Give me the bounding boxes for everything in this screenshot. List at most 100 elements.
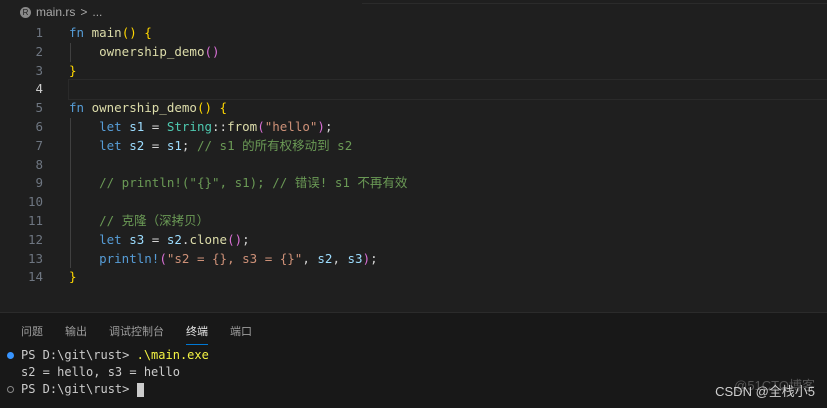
code-token: (): [204, 43, 220, 59]
bottom-panel: 问题 输出 调试控制台 终端 端口 PS D:\git\rust> .\main.exe…: [0, 312, 827, 408]
line-number: 3: [35, 62, 43, 78]
code-line[interactable]: 9 // println!("{}", s1); // 错误! s1 不再有效: [0, 174, 827, 193]
breadcrumb[interactable]: R main.rs > ...: [20, 5, 102, 19]
code-line[interactable]: 7 let s2 = s1; // s1 的所有权移动到 s2: [0, 137, 827, 156]
code-line[interactable]: 8: [0, 156, 827, 175]
prompt: PS D:\git\rust>: [21, 382, 137, 396]
code-token: (): [227, 231, 243, 247]
panel-tab[interactable]: 输出: [65, 323, 87, 345]
code-text: println!("s2 = {}, s3 = {}", s2, s3);: [69, 250, 827, 269]
line-number: 14: [27, 269, 43, 285]
code-text: fn main() {: [69, 24, 827, 43]
line-number: 1: [35, 25, 43, 40]
code-token: ownership_demo: [91, 100, 197, 116]
code-text: }: [69, 268, 827, 287]
line-number: 13: [27, 250, 43, 266]
command-success-dot-icon: [7, 352, 14, 359]
code-line[interactable]: 1 fn main() {: [0, 24, 827, 43]
code-token: (: [159, 250, 167, 266]
code-token: }: [69, 62, 77, 78]
code-text: // println!("{}", s1); // 错误! s1 不再有效: [69, 174, 827, 193]
line-number: 8: [35, 156, 43, 172]
code-token: s3: [129, 231, 145, 247]
code-token: s1: [129, 118, 145, 134]
code-token: let: [99, 118, 130, 134]
code-text: }: [69, 62, 827, 81]
breadcrumb-file[interactable]: main.rs: [36, 5, 75, 19]
code-token: s2: [317, 250, 333, 266]
code-text: [68, 79, 827, 101]
code-token: ;: [370, 250, 378, 266]
code-token: fn: [69, 25, 92, 40]
code-editor[interactable]: 1 fn main() {2 ownership_demo() 3} 4 5 fn ow…: [0, 24, 827, 287]
code-token: ownership_demo: [99, 43, 205, 59]
code-token: (: [257, 118, 265, 134]
code-line[interactable]: 5 fn ownership_demo() {: [0, 99, 827, 118]
terminal-output: s2 = hello, s3 = hello: [21, 365, 180, 379]
code-token: ,: [302, 250, 318, 266]
code-token: String: [166, 118, 213, 134]
line-number: 9: [35, 175, 43, 191]
code-text: let s3 = s2.clone();: [69, 231, 827, 250]
watermark: CSDN @全栈小5: [715, 384, 815, 399]
chevron-right-icon: >: [80, 5, 88, 19]
code-token: s2: [166, 231, 182, 247]
code-text: let s2 = s1; // s1 的所有权移动到 s2: [69, 137, 827, 156]
line-number: 6: [35, 118, 43, 134]
code-line[interactable]: 14}: [0, 268, 827, 287]
panel-tab[interactable]: 终端: [186, 323, 208, 345]
panel-tab[interactable]: 调试控制台: [109, 323, 164, 345]
line-number: 12: [27, 231, 43, 247]
code-token: }: [69, 269, 77, 285]
code-token: "hello": [264, 118, 318, 134]
code-token: println!: [99, 250, 160, 266]
tab-bar-edge: [362, 0, 827, 4]
rust-file-icon: R: [20, 6, 31, 18]
code-token: from: [227, 118, 258, 134]
terminal[interactable]: PS D:\git\rust> .\main.exe s2 = hello, s…: [0, 347, 209, 398]
line-number: 5: [35, 100, 43, 116]
code-token: ;: [181, 137, 197, 153]
line-number: 2: [35, 43, 43, 59]
code-token: ,: [332, 250, 348, 266]
code-text: ownership_demo(): [69, 43, 827, 62]
code-token: // 克隆（深拷贝）: [99, 212, 210, 228]
code-token: // s1 的所有权移动到 s2: [196, 137, 353, 153]
code-token: =: [144, 231, 167, 247]
panel-tab[interactable]: 端口: [230, 323, 252, 345]
code-line[interactable]: 4: [0, 79, 827, 101]
code-token: () {: [121, 25, 152, 40]
code-token: () {: [196, 100, 228, 116]
command-pending-dot-icon: [7, 386, 14, 393]
line-number: 10: [27, 194, 43, 210]
code-line[interactable]: 10: [0, 193, 827, 212]
code-token: clone: [189, 231, 228, 247]
code-line[interactable]: 6 let s1 = String::from("hello");: [0, 118, 827, 137]
code-token: ): [317, 118, 325, 134]
code-token: s3: [347, 250, 363, 266]
code-token: s2: [129, 137, 145, 153]
terminal-cursor: [136, 382, 144, 397]
code-line[interactable]: 12 let s3 = s2.clone();: [0, 231, 827, 250]
line-number: 7: [35, 137, 43, 153]
code-line[interactable]: 13 println!("s2 = {}, s3 = {}", s2, s3);: [0, 250, 827, 269]
code-line[interactable]: 2 ownership_demo(): [0, 43, 827, 62]
terminal-line[interactable]: PS D:\git\rust>: [0, 381, 209, 398]
line-number: 4: [35, 81, 43, 97]
panel-tabs: 问题 输出 调试控制台 终端 端口: [21, 323, 274, 345]
code-token: ::: [212, 118, 228, 134]
breadcrumb-more[interactable]: ...: [92, 5, 102, 19]
panel-tab[interactable]: 问题: [21, 323, 43, 345]
code-line[interactable]: 3}: [0, 62, 827, 81]
code-text: // 克隆（深拷贝）: [69, 212, 827, 231]
code-token: s1: [166, 137, 182, 153]
code-token: =: [144, 137, 167, 153]
code-text: fn ownership_demo() {: [69, 99, 827, 118]
code-line[interactable]: 11 // 克隆（深拷贝）: [0, 212, 827, 231]
